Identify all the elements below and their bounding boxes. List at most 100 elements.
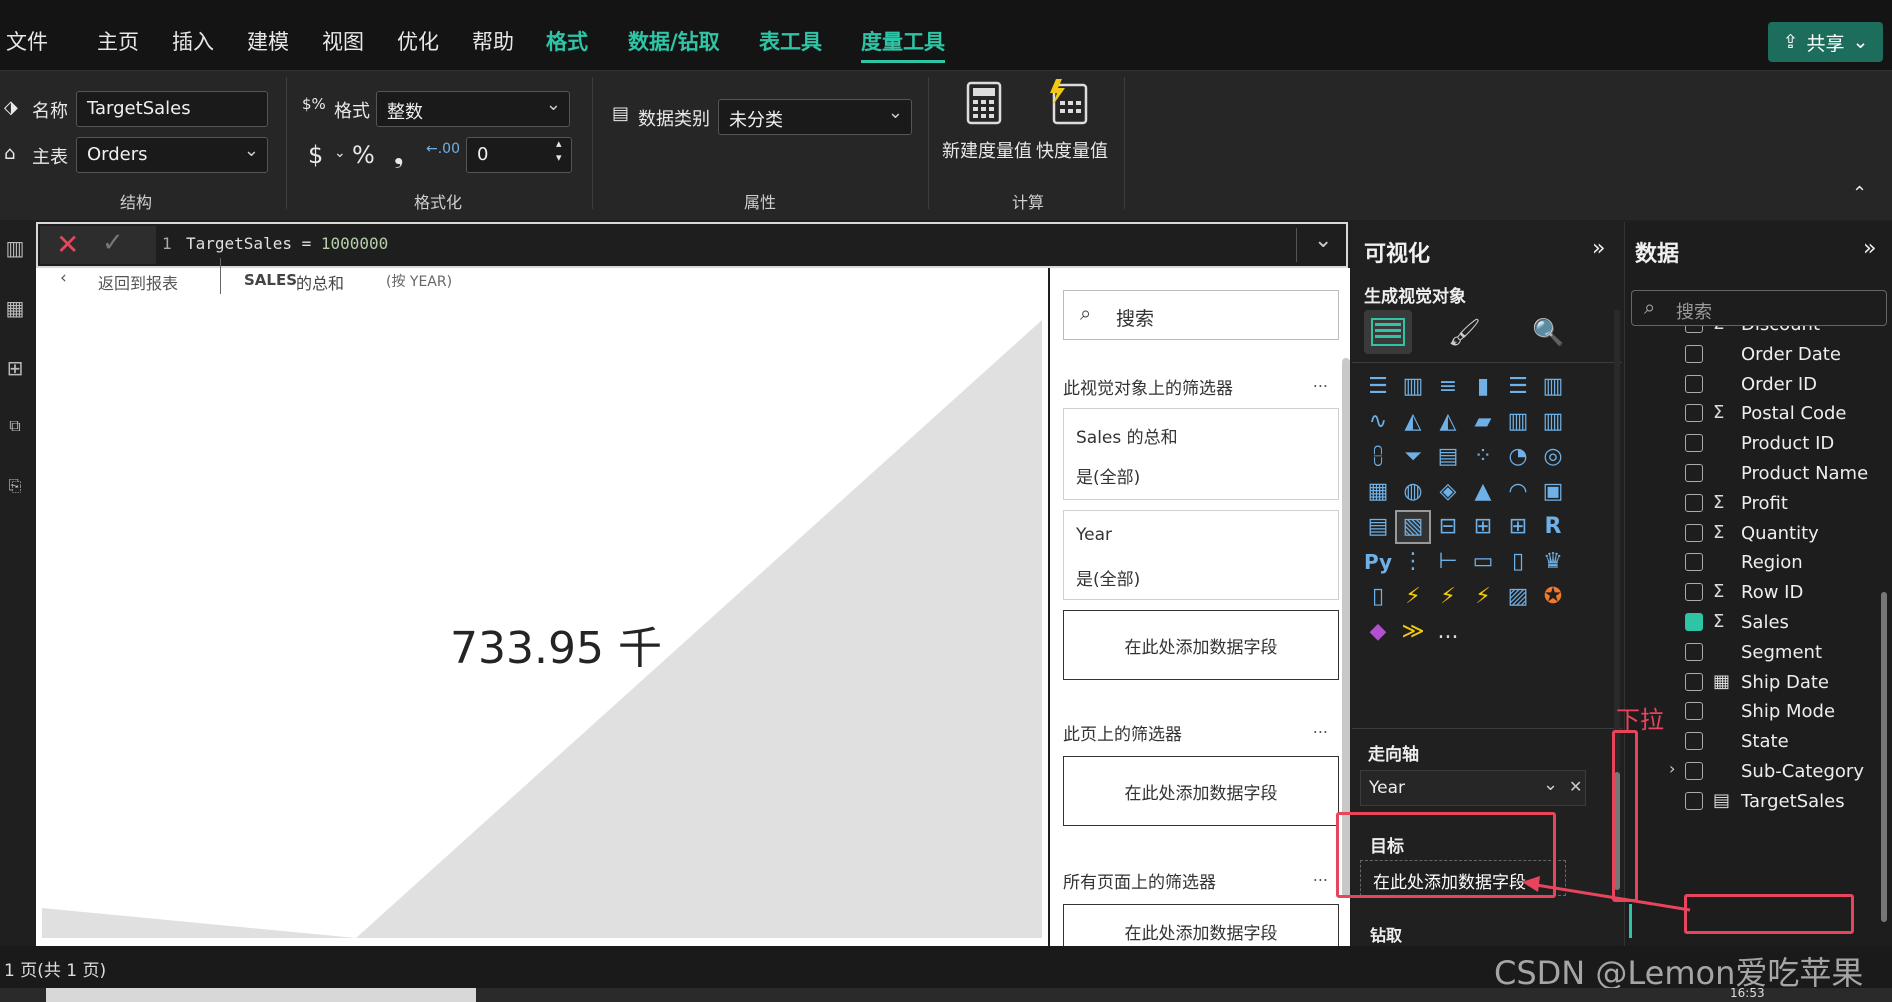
field-row[interactable]: ▦ Ship Date xyxy=(1685,670,1885,696)
donut-chart-icon[interactable]: ◎ xyxy=(1537,442,1569,472)
add-page-filter-field[interactable]: 在此处添加数据字段 xyxy=(1063,756,1339,826)
field-checkbox[interactable] xyxy=(1685,326,1703,333)
r-visual-icon[interactable]: R xyxy=(1537,512,1569,542)
menu-format[interactable]: 格式 xyxy=(546,26,588,56)
format-select[interactable]: 整数 xyxy=(376,91,570,127)
model-view-icon[interactable]: ⊞ xyxy=(0,356,30,386)
field-row[interactable]: ▤ TargetSales xyxy=(1685,789,1885,815)
field-row[interactable]: Order ID xyxy=(1685,372,1885,398)
field-row[interactable]: State xyxy=(1685,729,1885,755)
table-visual-icon[interactable]: ▤ xyxy=(1432,442,1464,472)
gauge-visual-icon[interactable]: ◠ xyxy=(1502,477,1534,507)
menu-home[interactable]: 主页 xyxy=(97,26,139,56)
remove-field-icon[interactable]: ✕ xyxy=(1569,777,1582,796)
data-search-input[interactable]: 搜索 xyxy=(1676,298,1712,324)
data-category-select[interactable]: 未分类 xyxy=(718,99,912,135)
decomposition-tree-icon[interactable]: ⊢ xyxy=(1432,547,1464,577)
calculator-icon[interactable] xyxy=(966,81,1010,125)
field-row[interactable]: Sub-Category xyxy=(1685,759,1885,785)
field-checkbox[interactable] xyxy=(1685,345,1703,363)
smart-narrative-icon[interactable]: ⚡ xyxy=(1467,582,1499,612)
more-options-icon[interactable]: ... xyxy=(1313,372,1328,391)
field-row[interactable]: Σ Quantity xyxy=(1685,521,1885,547)
table-view-icon[interactable]: ▦ xyxy=(0,296,30,326)
menu-optimize[interactable]: 优化 xyxy=(397,26,439,56)
field-checkbox[interactable] xyxy=(1685,792,1703,810)
menu-table-tools[interactable]: 表工具 xyxy=(759,26,822,56)
field-checkbox[interactable] xyxy=(1685,494,1703,512)
dax-query-icon[interactable]: ⧉ xyxy=(0,416,30,446)
100-area-chart-icon[interactable]: ▰ xyxy=(1467,407,1499,437)
field-row[interactable]: Product ID xyxy=(1685,431,1885,457)
currency-button[interactable]: $ xyxy=(308,141,323,169)
field-checkbox[interactable] xyxy=(1685,404,1703,422)
add-visual-filter-field[interactable]: 在此处添加数据字段 xyxy=(1063,610,1339,680)
power-automate-flow-icon[interactable]: ≫ xyxy=(1397,617,1429,647)
field-checkbox[interactable] xyxy=(1685,732,1703,750)
field-checkbox[interactable] xyxy=(1685,434,1703,452)
chevron-down-icon[interactable]: ⌄ xyxy=(334,145,346,161)
funnel-chart-icon[interactable]: ⏷ xyxy=(1397,442,1429,472)
expand-chevron-icon[interactable]: › xyxy=(1669,759,1675,778)
new-measure-button[interactable]: 新建度量值 xyxy=(942,137,1032,163)
kpi-visual-icon[interactable]: ▧ xyxy=(1395,510,1431,544)
filter-search[interactable]: ⌕ 搜索 xyxy=(1063,290,1339,340)
python-visual-icon[interactable]: Py xyxy=(1362,547,1394,577)
add-all-pages-filter-field[interactable]: 在此处添加数据字段 xyxy=(1063,904,1339,946)
field-row[interactable]: Σ Row ID xyxy=(1685,580,1885,606)
decimal-icon[interactable]: ←.00 xyxy=(426,141,460,157)
filter-card-sales[interactable]: Sales 的总和 是(全部) xyxy=(1063,408,1339,500)
percent-button[interactable]: % xyxy=(352,141,375,169)
scatter-chart-icon[interactable]: ⁘ xyxy=(1467,442,1499,472)
power-automate-icon[interactable]: ⚡ xyxy=(1432,582,1464,612)
field-row[interactable]: Σ Postal Code xyxy=(1685,401,1885,427)
matrix-visual-icon[interactable]: ⊞ xyxy=(1502,512,1534,542)
collapse-ribbon-icon[interactable]: ⌃ xyxy=(1852,183,1867,204)
power-apps-purple-icon[interactable]: ◆ xyxy=(1362,617,1394,647)
share-button[interactable]: ⇪ 共享 ⌄ xyxy=(1768,22,1883,62)
menu-measure-tools[interactable]: 度量工具 xyxy=(861,26,945,63)
measure-name-input[interactable]: TargetSales xyxy=(76,91,268,127)
comma-button[interactable]: ❟ xyxy=(394,141,403,169)
taskbar-window[interactable] xyxy=(46,988,476,1002)
menu-file[interactable]: 文件 xyxy=(6,26,48,56)
100-column-chart-icon[interactable]: ▥ xyxy=(1537,372,1569,402)
stacked-column-chart-icon[interactable]: ▥ xyxy=(1397,372,1429,402)
expand-formula-icon[interactable]: ⌄ xyxy=(1314,228,1332,253)
tmdl-view-icon[interactable]: ⎘ xyxy=(0,476,30,506)
field-row[interactable]: Region xyxy=(1685,550,1885,576)
home-table-select[interactable]: Orders xyxy=(76,137,268,173)
table-grid-icon[interactable]: ⊞ xyxy=(1467,512,1499,542)
field-row[interactable]: Σ Sales xyxy=(1685,610,1885,636)
menu-insert[interactable]: 插入 xyxy=(172,26,214,56)
more-options-icon[interactable]: ... xyxy=(1313,718,1328,737)
spinner-icon[interactable]: ▴ ▾ xyxy=(556,137,562,165)
card-visual-icon[interactable]: ▣ xyxy=(1537,477,1569,507)
line-column-chart-icon[interactable]: ▥ xyxy=(1502,407,1534,437)
menu-help[interactable]: 帮助 xyxy=(472,26,514,56)
field-checkbox[interactable] xyxy=(1685,762,1703,780)
stacked-bar-chart-icon[interactable]: ☰ xyxy=(1362,372,1394,402)
qa-visual-icon[interactable]: ▭ xyxy=(1467,547,1499,577)
azure-map-visual-icon[interactable]: ▲ xyxy=(1467,477,1499,507)
100-bar-chart-icon[interactable]: ☰ xyxy=(1502,372,1534,402)
cancel-icon[interactable]: ✕ xyxy=(56,228,79,261)
more-visuals-icon[interactable]: ... xyxy=(1432,617,1464,647)
pie-chart-icon[interactable]: ◔ xyxy=(1502,442,1534,472)
field-checkbox[interactable] xyxy=(1685,464,1703,482)
narrative-visual-icon[interactable]: ▯ xyxy=(1502,547,1534,577)
field-checkbox[interactable] xyxy=(1685,524,1703,542)
report-view-icon[interactable]: ▥ xyxy=(0,236,30,266)
field-checkbox[interactable] xyxy=(1685,702,1703,720)
commit-icon[interactable]: ✓ xyxy=(102,228,124,258)
menu-data-drill[interactable]: 数据/钻取 xyxy=(628,26,720,56)
stacked-area-chart-icon[interactable]: ◭ xyxy=(1432,407,1464,437)
field-checkbox[interactable] xyxy=(1685,375,1703,393)
key-influencers-icon[interactable]: ⋮ xyxy=(1397,547,1429,577)
field-row[interactable]: Product Name xyxy=(1685,461,1885,487)
menu-view[interactable]: 视图 xyxy=(322,26,364,56)
collapse-pane-icon[interactable]: » xyxy=(1863,236,1876,261)
arcgis-map-icon[interactable]: ✪ xyxy=(1537,582,1569,612)
filter-search-input[interactable]: 搜索 xyxy=(1116,304,1154,331)
field-row[interactable]: Ship Mode xyxy=(1685,699,1885,725)
